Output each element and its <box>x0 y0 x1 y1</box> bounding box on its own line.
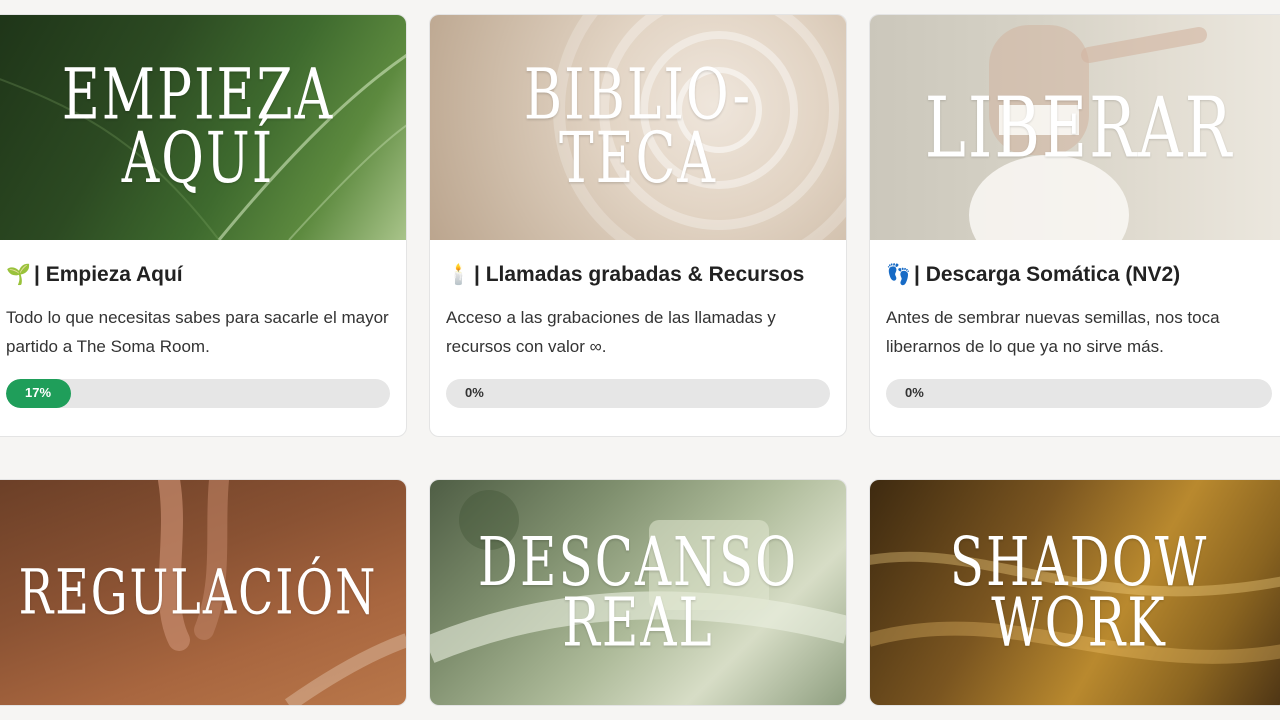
course-card-empieza-aqui[interactable]: EMPIEZA AQUÍ 🌱 | Empieza Aquí Todo lo qu… <box>0 14 407 437</box>
course-title[interactable]: 🌱 | Empieza Aquí <box>6 262 390 287</box>
seedling-icon: 🌱 <box>6 264 31 286</box>
cover-title: SHADOW WORK <box>949 522 1209 662</box>
course-cover-image[interactable]: BIBLIO- TECA <box>430 15 846 240</box>
cover-title: DESCANSO REAL <box>477 522 799 662</box>
course-title[interactable]: 👣 | Descarga Somática (NV2) <box>886 262 1272 287</box>
course-progress-bar: 0% <box>886 379 1272 408</box>
course-description: Antes de sembrar nuevas semillas, nos to… <box>886 308 1220 356</box>
course-title[interactable]: 🕯️ | Llamadas grabadas & Recursos <box>446 262 830 287</box>
course-title-text: | Descarga Somática (NV2) <box>914 262 1181 286</box>
course-progress-bar: 0% <box>446 379 830 408</box>
course-cover-image[interactable]: EMPIEZA AQUÍ <box>0 15 406 240</box>
course-description: Acceso a las grabaciones de las llamadas… <box>446 308 776 356</box>
cover-title: LIBERAR <box>924 77 1234 177</box>
course-card-biblioteca[interactable]: BIBLIO- TECA 🕯️ | Llamadas grabadas & Re… <box>429 14 847 437</box>
course-card-regulacion[interactable]: REGULACIÓN <box>0 479 407 706</box>
course-progress-bar: 17% <box>6 379 390 408</box>
footprints-icon: 👣 <box>886 264 911 286</box>
course-grid: EMPIEZA AQUÍ 🌱 | Empieza Aquí Todo lo qu… <box>0 0 1280 720</box>
course-card-descanso-real[interactable]: DESCANSO REAL <box>429 479 847 706</box>
course-title-text: | Llamadas grabadas & Recursos <box>474 262 805 286</box>
course-cover-image[interactable]: SHADOW WORK <box>870 480 1280 705</box>
course-description: Todo lo que necesitas sabes para sacarle… <box>6 308 389 356</box>
course-cover-image[interactable]: REGULACIÓN <box>0 480 406 705</box>
course-card-liberar[interactable]: LIBERAR 👣 | Descarga Somática (NV2) Ante… <box>869 14 1280 437</box>
course-title-text: | Empieza Aquí <box>34 262 183 286</box>
progress-label: 0% <box>465 385 484 400</box>
cover-title: REGULACIÓN <box>18 555 378 629</box>
course-card-shadow-work[interactable]: SHADOW WORK <box>869 479 1280 706</box>
cover-title: BIBLIO- TECA <box>523 54 753 200</box>
candle-icon: 🕯️ <box>446 264 471 286</box>
cover-title: EMPIEZA AQUÍ <box>61 54 335 200</box>
course-cover-image[interactable]: LIBERAR <box>870 15 1280 240</box>
progress-label: 0% <box>905 385 924 400</box>
progress-label: 17% <box>25 385 52 400</box>
course-cover-image[interactable]: DESCANSO REAL <box>430 480 846 705</box>
